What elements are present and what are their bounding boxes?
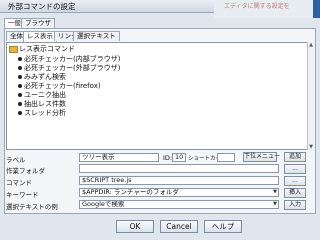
bullet-icon xyxy=(18,66,22,70)
command-tree[interactable]: レス表示コマンド 必死チェッカー(内部ブラウザ) 必死チェッカー(外部ブラウザ)… xyxy=(6,42,314,150)
tab-selected-text[interactable]: 選択テキスト xyxy=(73,31,120,41)
insert-button[interactable]: 挿入 xyxy=(284,188,306,198)
keyword-value: $APPDIR: ランチャーのフォルダ xyxy=(82,188,179,196)
tree-item-label: 必死チェッカー(外部ブラウザ) xyxy=(24,64,121,72)
background-scrollbar xyxy=(313,0,320,18)
tab-res-display[interactable]: レス表示 xyxy=(23,31,57,42)
tree-root[interactable]: レス表示コマンド xyxy=(9,44,75,54)
background-hint: エディタに関する設定を xyxy=(224,3,290,10)
ok-button[interactable]: OK xyxy=(116,220,154,233)
bullet-icon xyxy=(18,57,22,61)
bullet-icon xyxy=(18,93,22,97)
button-bar: OK Cancel ヘルプ xyxy=(0,214,320,240)
cancel-button[interactable]: Cancel xyxy=(160,220,198,233)
browse-workdir-button[interactable]: ... xyxy=(284,164,306,174)
bullet-icon xyxy=(18,102,22,106)
bullet-icon xyxy=(18,111,22,115)
tree-item-label: ユーニク抽出 xyxy=(24,91,66,99)
chevron-down-icon[interactable]: ▼ xyxy=(273,201,277,208)
command-caption: コマンド xyxy=(6,179,32,187)
scroll-up-icon[interactable]: ▲ xyxy=(308,42,314,48)
id-caption: ID: xyxy=(163,154,173,162)
id-input[interactable]: 10 xyxy=(172,153,186,162)
tree-item-label: 必死チェッカー(内部ブラウザ) xyxy=(24,55,121,63)
label-caption: ラベル xyxy=(6,156,26,164)
tree-item-label: 必死チェッカー(firefox) xyxy=(24,82,101,90)
add-button[interactable]: 追加 xyxy=(284,152,306,162)
help-button[interactable]: ヘルプ xyxy=(204,220,242,233)
keyword-select[interactable]: $APPDIR: ランチャーのフォルダ ▼ xyxy=(79,188,279,197)
tab-browser[interactable]: ブラウザ xyxy=(21,18,55,28)
browse-command-button[interactable]: ... xyxy=(284,176,306,186)
command-input[interactable]: $SCRIPT tree.js xyxy=(79,176,279,185)
example-value: Googleで検索 xyxy=(82,200,125,208)
example-select[interactable]: Googleで検索 ▼ xyxy=(79,200,279,209)
background-window-strip: エディタに関する設定を xyxy=(214,0,320,18)
tree-item[interactable]: スレッド分析 xyxy=(18,108,66,118)
scroll-down-icon[interactable]: ▼ xyxy=(308,144,314,150)
example-caption: 選択テキストの例 xyxy=(6,203,58,211)
label-input[interactable]: ツリー表示 xyxy=(79,153,159,162)
shortcut-input[interactable] xyxy=(217,153,235,162)
tree-item-label: スレッド分析 xyxy=(24,109,66,117)
keyword-caption: キーワード xyxy=(6,191,39,199)
folder-icon xyxy=(9,45,18,53)
tree-scrollbar[interactable]: ▲ ▼ xyxy=(307,42,314,150)
submenu-button[interactable]: 下位メニュー xyxy=(243,152,280,162)
input-button[interactable]: 入力 xyxy=(284,200,306,210)
bullet-icon xyxy=(18,75,22,79)
workdir-input[interactable] xyxy=(79,164,279,173)
workdir-caption: 作業フォルダ xyxy=(6,167,45,175)
tree-item-label: みみずん検索 xyxy=(24,73,66,81)
bullet-icon xyxy=(18,84,22,88)
window-title: 外部コマンドの設定 xyxy=(8,2,76,11)
chevron-down-icon[interactable]: ▼ xyxy=(273,189,277,196)
tree-item-label: 抽出レス件数 xyxy=(24,100,66,108)
tree-root-label: レス表示コマンド xyxy=(19,45,75,53)
